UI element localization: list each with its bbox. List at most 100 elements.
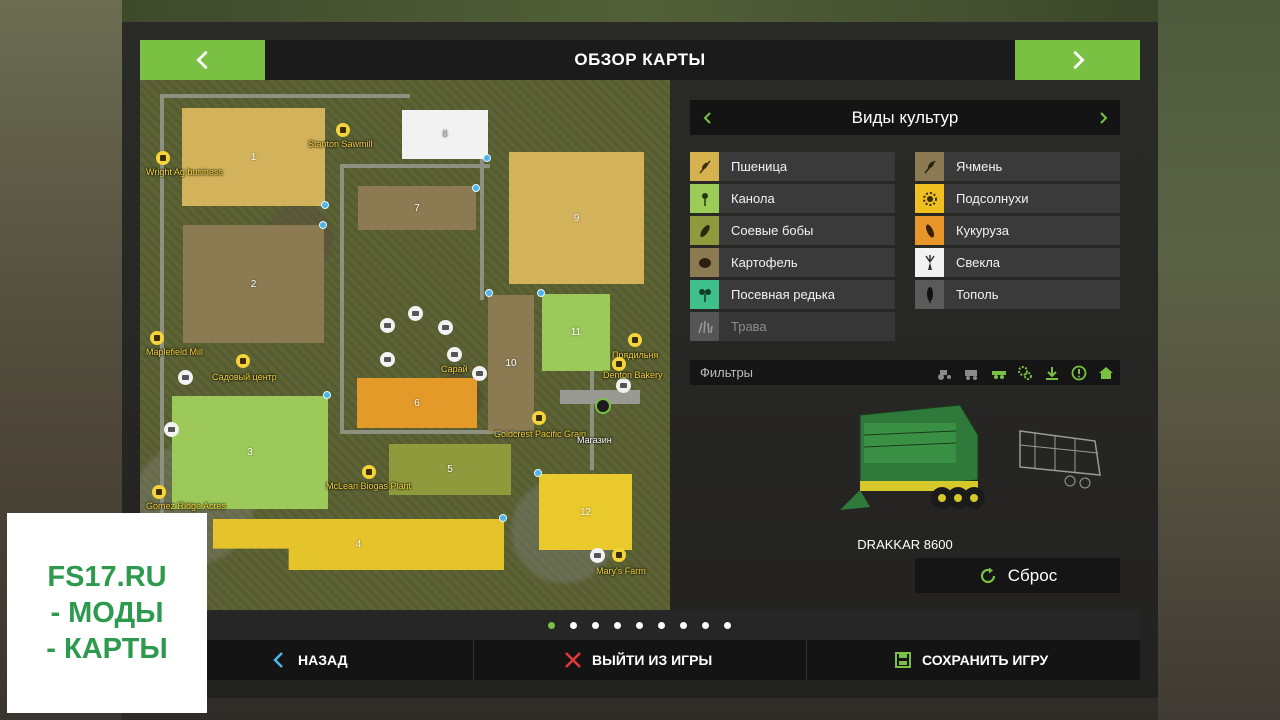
field-2[interactable]: 2 — [183, 225, 324, 343]
vehicle-marker-icon[interactable] — [164, 422, 179, 437]
crop-item-canola[interactable]: Канола — [690, 184, 895, 213]
field-8[interactable]: 8 — [402, 110, 488, 159]
crop-item-sunflower[interactable]: Подсолнухи — [915, 184, 1120, 213]
crop-prev-button[interactable] — [690, 100, 725, 135]
wheat-icon — [690, 152, 719, 181]
crop-label: Тополь — [956, 287, 999, 302]
quit-game-button[interactable]: ВЫЙТИ ИЗ ИГРЫ — [564, 640, 712, 680]
warning-icon — [1071, 365, 1087, 380]
field-1[interactable]: 1 — [182, 108, 325, 206]
vehicle-marker-icon[interactable] — [380, 352, 395, 367]
poi-icon[interactable] — [628, 333, 642, 347]
page-dot[interactable] — [680, 622, 687, 629]
reset-button[interactable]: Сброс — [915, 558, 1120, 593]
poi-label: McLean Biogas Plant — [326, 481, 412, 491]
poi-label: Maplefield Mill — [146, 347, 204, 357]
crop-item-corn[interactable]: Кукуруза — [915, 216, 1120, 245]
vehicle-marker-icon[interactable] — [616, 378, 631, 393]
vehicle-marker-icon[interactable] — [447, 347, 462, 362]
player-position-icon[interactable] — [595, 398, 611, 414]
back-label: НАЗАД — [298, 652, 348, 668]
page-dot[interactable] — [570, 622, 577, 629]
trailer-icon — [992, 370, 1006, 379]
page-dot[interactable] — [592, 622, 599, 629]
poi-icon[interactable] — [236, 354, 250, 368]
field-9[interactable]: 9 — [509, 152, 644, 284]
poi-label: Denton Bakery — [603, 370, 663, 380]
overview-map[interactable]: 1 2 3 4 5 6 7 8 9 10 11 12 Stanton Sawmi… — [140, 80, 670, 610]
potato-icon — [690, 248, 719, 277]
crop-item-radish[interactable]: Посевная редька — [690, 280, 895, 309]
map-road — [160, 94, 410, 98]
filter-tools-button[interactable] — [1014, 361, 1036, 384]
page-dot[interactable] — [658, 622, 665, 629]
crop-label: Кукуруза — [956, 223, 1010, 238]
crop-next-button[interactable] — [1085, 100, 1120, 135]
back-button[interactable]: НАЗАД — [270, 640, 348, 680]
next-page-button[interactable] — [1015, 40, 1140, 80]
filter-tractor-button[interactable] — [934, 361, 956, 384]
crop-label: Подсолнухи — [956, 191, 1029, 206]
field-7[interactable]: 7 — [358, 186, 476, 230]
map-road — [480, 140, 484, 300]
page-dot[interactable] — [724, 622, 731, 629]
radish-icon — [690, 280, 719, 309]
page-dot[interactable] — [636, 622, 643, 629]
vehicle-preview[interactable] — [830, 395, 1120, 535]
field-marker — [534, 469, 542, 477]
crop-item-soybean[interactable]: Соевые бобы — [690, 216, 895, 245]
poi-icon[interactable] — [532, 411, 546, 425]
soybean-icon — [690, 216, 719, 245]
poi-icon[interactable] — [150, 331, 164, 345]
field-3[interactable]: 3 — [172, 396, 328, 509]
poi-icon[interactable] — [156, 151, 170, 165]
poi-icon[interactable] — [362, 465, 376, 479]
crop-item-wheat[interactable]: Пшеница — [690, 152, 895, 181]
field-12[interactable]: 12 — [539, 474, 632, 550]
poi-label: Магазин — [577, 435, 612, 445]
save-game-button[interactable]: СОХРАНИТЬ ИГРУ — [894, 640, 1048, 680]
crop-item-sugarbeet[interactable]: Свекла — [915, 248, 1120, 277]
vehicle-marker-icon[interactable] — [408, 306, 423, 321]
filter-home-button[interactable] — [1095, 361, 1117, 384]
harvester-icon — [965, 369, 977, 380]
poi-label: Сарай — [441, 364, 468, 374]
poi-icon[interactable] — [336, 123, 350, 137]
filter-warning-button[interactable] — [1068, 361, 1090, 384]
poi-icon[interactable] — [612, 357, 626, 371]
crop-item-barley[interactable]: Ячмень — [915, 152, 1120, 181]
download-icon — [1046, 366, 1058, 380]
field-10[interactable]: 10 — [488, 295, 534, 431]
crop-item-poplar[interactable]: Тополь — [915, 280, 1120, 309]
filter-download-button[interactable] — [1041, 361, 1063, 384]
filter-harvester-button[interactable] — [960, 361, 982, 384]
crop-item-potato[interactable]: Картофель — [690, 248, 895, 277]
poi-icon[interactable] — [152, 485, 166, 499]
prev-page-button[interactable] — [140, 40, 265, 80]
vehicle-marker-icon[interactable] — [472, 366, 487, 381]
page-dot[interactable] — [702, 622, 709, 629]
field-number: 9 — [573, 212, 580, 224]
field-marker — [483, 154, 491, 162]
vehicle-marker-icon[interactable] — [590, 548, 605, 563]
home-icon — [1099, 366, 1113, 379]
crop-item-grass[interactable]: Трава — [690, 312, 895, 341]
vehicle-marker-icon[interactable] — [178, 370, 193, 385]
field-11[interactable]: 11 — [542, 294, 610, 371]
chevron-right-icon — [1099, 111, 1107, 124]
vehicle-marker-icon[interactable] — [380, 318, 395, 333]
watermark-logo: FS17.RU - МОДЫ - КАРТЫ — [7, 513, 207, 713]
field-number: 12 — [579, 506, 592, 518]
page-dot[interactable] — [614, 622, 621, 629]
canola-icon — [690, 184, 719, 213]
chevron-left-icon — [195, 50, 208, 70]
vehicle-marker-icon[interactable] — [438, 320, 453, 335]
watermark-line: - КАРТЫ — [46, 633, 168, 665]
poi-icon[interactable] — [612, 548, 626, 562]
field-6[interactable]: 6 — [357, 378, 477, 428]
filter-trailer-button[interactable] — [988, 361, 1010, 384]
crop-label: Соевые бобы — [731, 223, 814, 238]
page-dot[interactable] — [548, 622, 555, 629]
save-icon — [895, 652, 911, 668]
barley-icon — [915, 152, 944, 181]
